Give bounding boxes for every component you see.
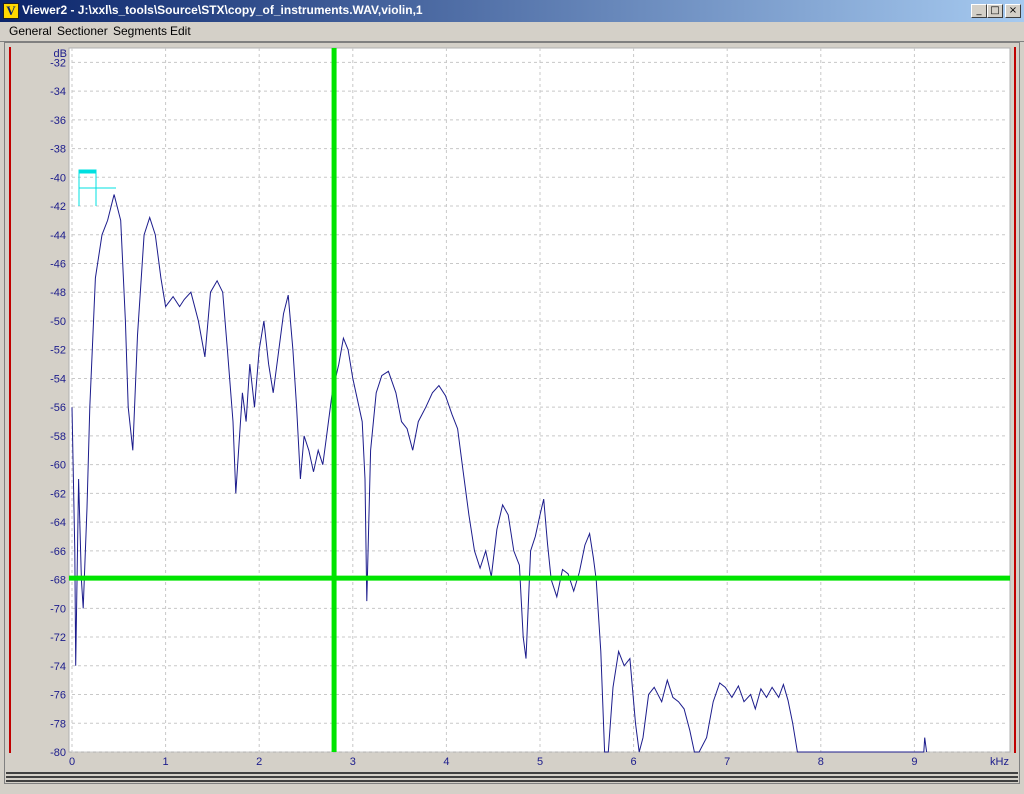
y-tick-label: -60 — [50, 460, 66, 472]
menu-bar: General Sectioner Segments Edit — [0, 22, 1024, 42]
y-tick-label: -42 — [50, 201, 66, 213]
y-tick-label: -48 — [50, 287, 66, 299]
left-boundary-marker[interactable] — [9, 47, 11, 753]
spectrum-graph[interactable]: -32-34-36-38-40-42-44-46-48-50-52-54-56-… — [12, 46, 1012, 768]
x-tick-label: 8 — [818, 756, 824, 768]
y-tick-label: -58 — [50, 431, 66, 443]
plot-area[interactable] — [68, 47, 1011, 753]
y-tick-label: -76 — [50, 690, 66, 702]
menu-edit[interactable]: Edit — [170, 24, 191, 38]
menu-general[interactable]: General — [9, 24, 52, 38]
menu-segments[interactable]: Segments — [113, 24, 167, 38]
y-tick-label: -44 — [50, 230, 66, 242]
close-button[interactable]: × — [1005, 4, 1021, 18]
x-tick-label: 6 — [631, 756, 637, 768]
y-tick-label: -56 — [50, 402, 66, 414]
y-tick-label: -78 — [50, 718, 66, 730]
minimize-button[interactable]: _ — [971, 4, 987, 18]
window-title: Viewer2 - J:\xxl\s_tools\Source\STX\copy… — [22, 3, 423, 17]
x-tick-label: 0 — [69, 756, 75, 768]
x-axis-label: kHz — [990, 756, 1009, 768]
y-axis-label: dB — [54, 48, 67, 60]
y-tick-label: -68 — [50, 575, 66, 587]
segment-track — [6, 772, 1018, 782]
y-tick-label: -34 — [50, 86, 66, 98]
y-tick-label: -70 — [50, 603, 66, 615]
y-tick-label: -72 — [50, 632, 66, 644]
menu-sectioner[interactable]: Sectioner — [57, 24, 108, 38]
y-tick-label: -40 — [50, 172, 66, 184]
y-tick-label: -62 — [50, 488, 66, 500]
x-tick-label: 7 — [724, 756, 730, 768]
y-tick-label: -64 — [50, 517, 66, 529]
y-tick-label: -52 — [50, 345, 66, 357]
title-bar: V Viewer2 - J:\xxl\s_tools\Source\STX\co… — [0, 0, 1024, 22]
app-icon[interactable]: V — [3, 3, 19, 19]
x-tick-label: 4 — [443, 756, 449, 768]
y-tick-label: -46 — [50, 259, 66, 271]
x-tick-label: 5 — [537, 756, 543, 768]
y-tick-label: -38 — [50, 144, 66, 156]
x-tick-label: 1 — [163, 756, 169, 768]
x-tick-label: 9 — [911, 756, 917, 768]
maximize-button[interactable]: □ — [987, 4, 1003, 18]
y-tick-label: -66 — [50, 546, 66, 558]
y-tick-label: -50 — [50, 316, 66, 328]
x-tick-label: 2 — [256, 756, 262, 768]
y-tick-label: -74 — [50, 661, 66, 673]
right-boundary-marker[interactable] — [1014, 47, 1016, 753]
y-tick-label: -80 — [50, 747, 66, 759]
x-tick-label: 3 — [350, 756, 356, 768]
y-tick-label: -36 — [50, 115, 66, 127]
y-tick-label: -54 — [50, 373, 66, 385]
